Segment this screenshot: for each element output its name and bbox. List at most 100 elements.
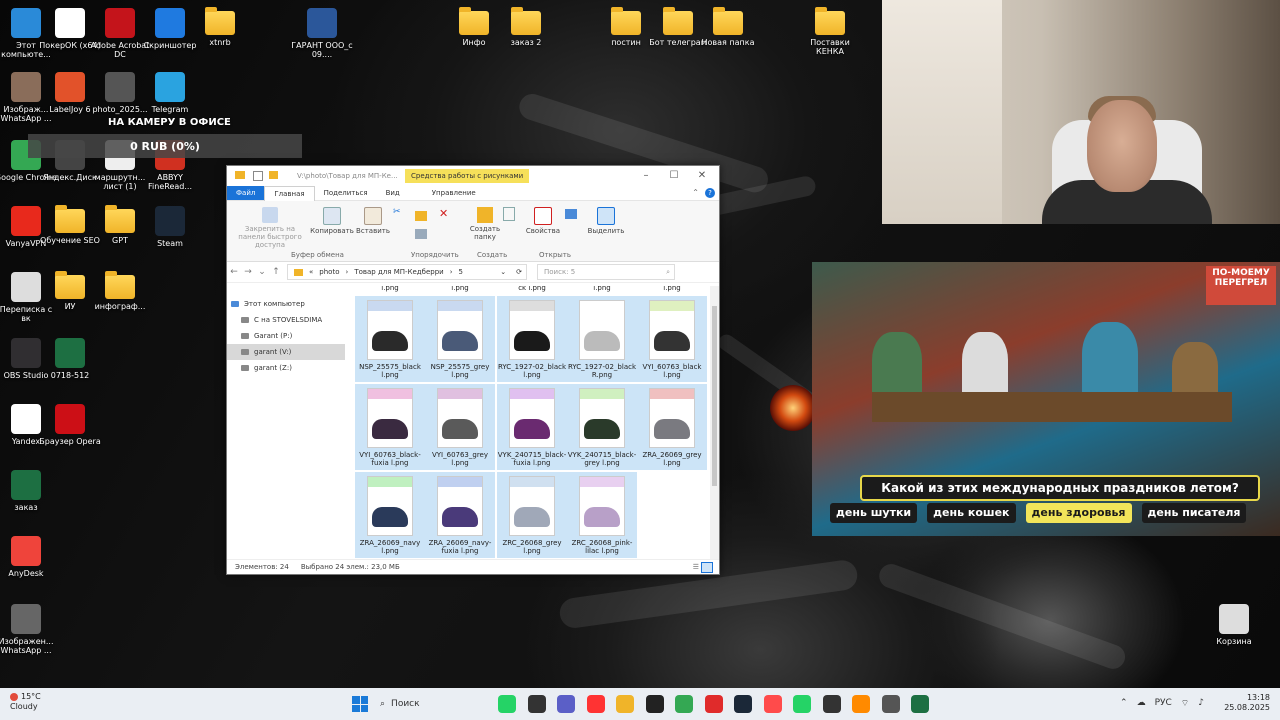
nav-item[interactable]: Garant (P:)	[227, 328, 345, 344]
desktop-icon[interactable]: заказ 2	[494, 7, 558, 47]
color-icon[interactable]	[881, 695, 900, 713]
folder-small-icon[interactable]	[269, 171, 278, 179]
desktop-icon[interactable]: Новая папка	[696, 7, 760, 47]
whatsapp-app-icon[interactable]	[498, 695, 516, 713]
desktop-icon[interactable]: Telegram	[138, 72, 202, 114]
nav-item[interactable]: garant (Z:)	[227, 360, 345, 376]
refresh-icon[interactable]: ⟳	[516, 268, 522, 276]
vertical-scrollbar[interactable]	[710, 286, 719, 560]
thumbnails-view-icon[interactable]	[701, 561, 713, 573]
volume-icon[interactable]: ♪	[1198, 698, 1204, 709]
close-button[interactable]: ✕	[689, 168, 715, 184]
whatsapp-taskbar-icon[interactable]	[793, 695, 811, 713]
select-button[interactable]: Выделить	[585, 207, 627, 235]
clock[interactable]: 13:18 25.08.2025	[1224, 693, 1270, 712]
breadcrumb-segment[interactable]: photo	[319, 268, 339, 276]
file-thumbnail[interactable]: ZRC_26068_grey l.png	[497, 472, 567, 558]
breadcrumb-segment[interactable]: «	[309, 268, 313, 276]
quick-access-icon[interactable]	[253, 171, 263, 181]
desktop-icon[interactable]: Steam	[138, 206, 202, 248]
obs-taskbar-icon[interactable]	[763, 695, 782, 713]
app-icon[interactable]	[645, 695, 664, 713]
onedrive-icon[interactable]: ☁	[1137, 698, 1146, 709]
yandex-taskbar-icon[interactable]	[586, 695, 605, 713]
tab-home[interactable]: Главная	[264, 185, 315, 201]
taskbar-search[interactable]: ⌕ Поиск	[380, 695, 490, 713]
desktop-icon[interactable]: ГАРАНТ ООО_с 09....	[290, 8, 354, 59]
weather-widget[interactable]: 15°C Cloudy	[10, 692, 41, 711]
pin-quick-access-button[interactable]: Закрепить на панели быстрого доступа	[231, 207, 309, 249]
delete-icon[interactable]: ✕	[439, 207, 448, 220]
file-thumbnail[interactable]: VYK_240715_black-fuxia l.png	[497, 384, 567, 470]
pen-icon[interactable]	[822, 695, 841, 713]
picture-tools-tab[interactable]: Средства работы с рисунками	[405, 169, 530, 183]
up-arrow-icon[interactable]: ↑	[269, 267, 283, 277]
cut-icon[interactable]: ✂	[393, 207, 401, 217]
desktop-icon[interactable]: Изображен... WhatsApp ...	[0, 604, 58, 655]
tab-share[interactable]: Поделиться	[315, 186, 377, 200]
new-item-icon[interactable]	[503, 207, 515, 221]
network-icon[interactable]: ⌔	[1181, 698, 1189, 709]
start-button[interactable]	[352, 696, 368, 712]
minimize-button[interactable]: –	[633, 168, 659, 184]
desktop-icon[interactable]: xtnrb	[188, 7, 252, 47]
file-thumbnail[interactable]: ZRA_26069_grey l.png	[637, 384, 707, 470]
file-thumbnail[interactable]: NSP_25575_grey l.png	[425, 296, 495, 382]
teams-icon[interactable]	[557, 695, 575, 713]
maximize-button[interactable]: ☐	[661, 168, 687, 184]
nav-item[interactable]: Этот компьютер	[227, 296, 345, 312]
chevron-up-icon[interactable]: ⌃	[1120, 698, 1128, 709]
ribbon-collapse-icon[interactable]: ⌃	[692, 188, 699, 197]
back-arrow-icon[interactable]: ←	[227, 267, 241, 277]
steam-taskbar-icon[interactable]	[734, 695, 752, 713]
desktop-icon[interactable]: Поставки КЕНКА	[798, 7, 862, 56]
game-icon[interactable]	[852, 695, 870, 713]
file-explorer-window[interactable]: V:\photo\Товар для МП-Ке... Средства раб…	[226, 165, 720, 575]
file-thumbnail[interactable]: VYI_60763_black-fuxia l.png	[355, 384, 425, 470]
file-thumbnail[interactable]: RYC_1927-02_black R.png	[567, 296, 637, 382]
copy-button[interactable]: Копировать	[309, 207, 355, 235]
breadcrumb-segment[interactable]: 5	[459, 268, 463, 276]
rename-icon[interactable]	[415, 229, 427, 239]
file-thumbnail[interactable]: VYI_60763_black l.png	[637, 296, 707, 382]
file-thumbnail[interactable]: NSP_25575_black l.png	[355, 296, 425, 382]
yandex-browser-taskbar-icon[interactable]	[704, 695, 723, 713]
file-thumbnail[interactable]: VYK_240715_black-grey l.png	[567, 384, 637, 470]
nav-item[interactable]: garant (V:)	[227, 344, 345, 360]
recent-dropdown-icon[interactable]: ⌄	[255, 267, 269, 277]
breadcrumb-segment[interactable]: ›	[450, 268, 453, 276]
nav-item[interactable]: C на STOVELSDIMA	[227, 312, 345, 328]
tab-manage[interactable]: Управление	[423, 186, 485, 200]
desktop-icon[interactable]: заказ	[0, 470, 58, 512]
file-thumbnail[interactable]: RYC_1927-02_black l.png	[497, 296, 567, 382]
paste-button[interactable]: Вставить	[355, 207, 391, 235]
search-input[interactable]: Поиск: 5 ⌕	[537, 264, 675, 280]
breadcrumb[interactable]: « photo › Товар для МП-Кедберри › 5 ⌄ ⟳	[287, 264, 527, 280]
open-icon[interactable]	[565, 209, 577, 219]
details-view-icon[interactable]: ☰	[693, 563, 699, 571]
file-thumbnail[interactable]: ZRC_26068_pink-lilac l.png	[567, 472, 637, 558]
desktop-icon[interactable]: инфограф...	[88, 271, 152, 311]
breadcrumb-segment[interactable]: Товар для МП-Кедберри	[354, 268, 443, 276]
tab-view[interactable]: Вид	[377, 186, 409, 200]
new-folder-button[interactable]: Создать папку	[465, 225, 505, 241]
desktop-icon[interactable]: AnyDesk	[0, 536, 58, 578]
properties-button[interactable]: Свойства	[523, 207, 563, 235]
file-thumbnail[interactable]: ZRA_26069_navy l.png	[355, 472, 425, 558]
desktop-icon[interactable]: Браузер Opera	[38, 404, 102, 446]
file-thumbnail[interactable]: ZRA_26069_navy-fuxia l.png	[425, 472, 495, 558]
explorer-taskbar-icon[interactable]	[616, 695, 634, 713]
help-icon[interactable]: ?	[705, 188, 715, 198]
forward-arrow-icon[interactable]: →	[241, 267, 255, 277]
move-to-icon[interactable]	[415, 211, 427, 221]
tab-file[interactable]: Файл	[227, 186, 265, 200]
task-view-icon[interactable]	[527, 695, 546, 713]
explorer-title-bar[interactable]: V:\photo\Товар для МП-Ке... Средства раб…	[227, 166, 719, 186]
lang-indicator[interactable]: РУС	[1155, 698, 1172, 709]
excel-taskbar-icon[interactable]	[911, 695, 929, 713]
address-dropdown-icon[interactable]: ⌄	[500, 268, 506, 276]
breadcrumb-segment[interactable]: ›	[346, 268, 349, 276]
desktop-icon[interactable]: Корзина	[1202, 604, 1266, 646]
desktop-icon[interactable]: 0718-512	[38, 338, 102, 380]
chrome-taskbar-icon[interactable]	[675, 695, 693, 713]
